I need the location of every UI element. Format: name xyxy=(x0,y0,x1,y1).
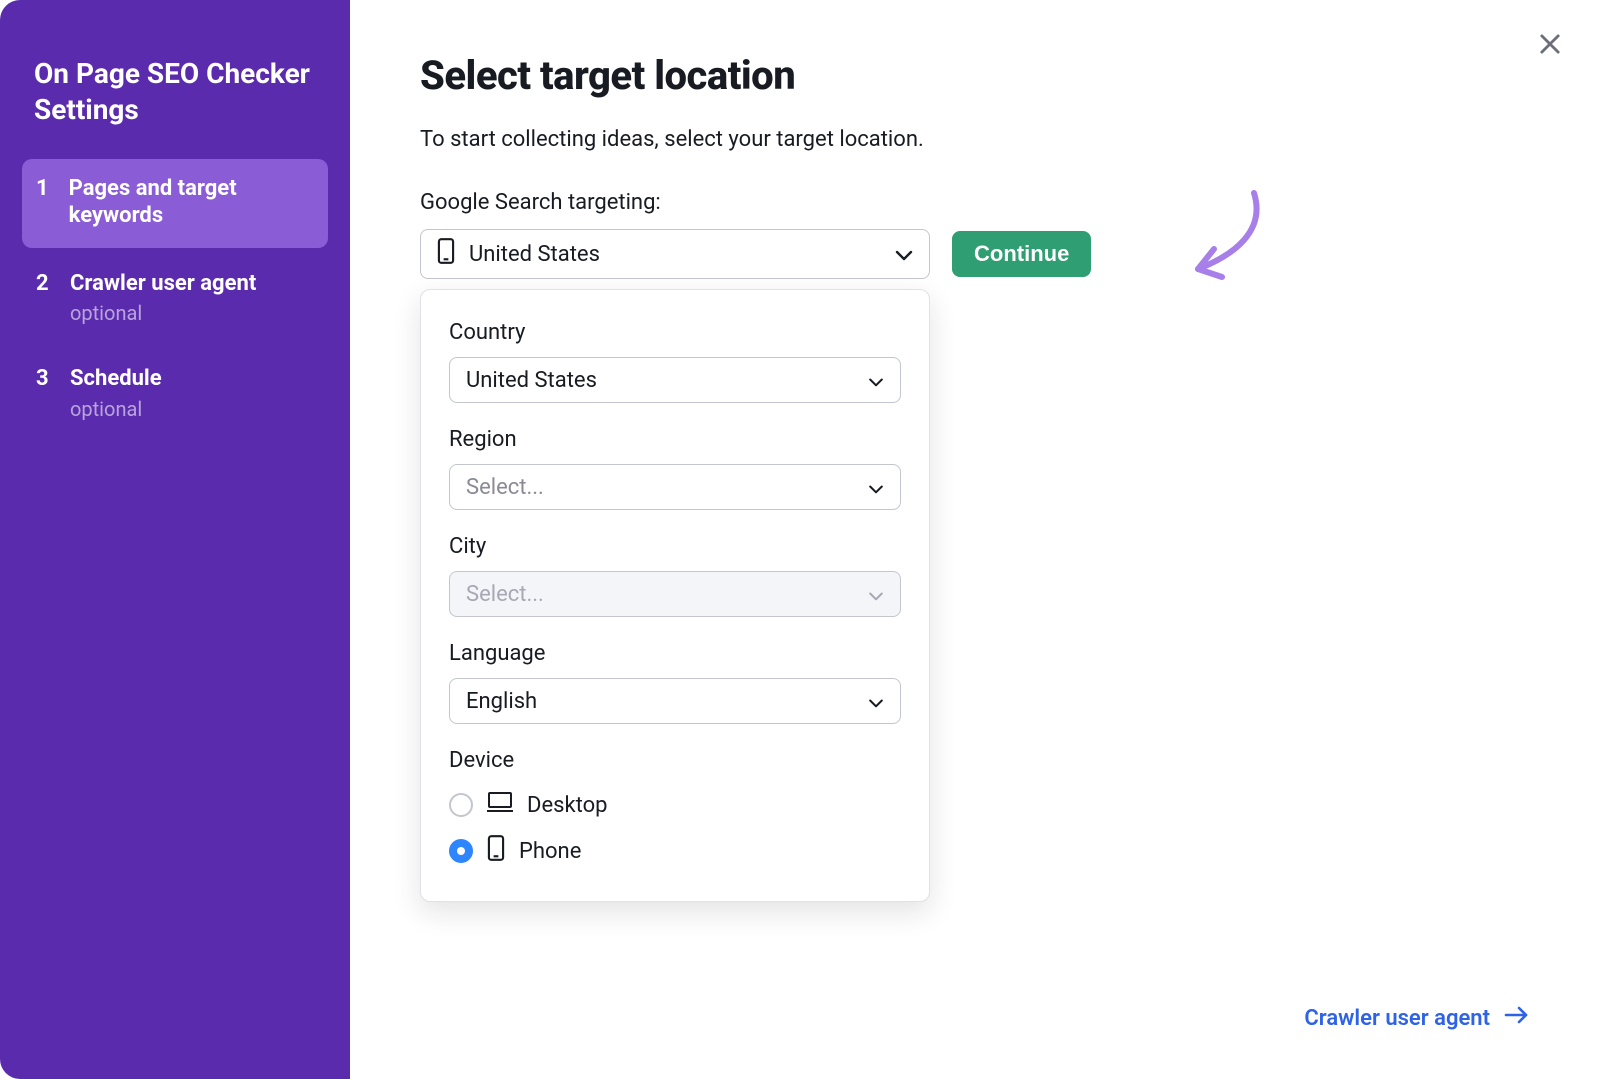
next-step-label: Crawler user agent xyxy=(1304,1006,1490,1031)
chevron-down-icon xyxy=(868,475,884,500)
sidebar-step-pages-keywords[interactable]: 1 Pages and target keywords xyxy=(22,159,328,248)
region-label: Region xyxy=(449,427,901,452)
step-label: Schedule xyxy=(70,365,162,393)
country-group: Country United States xyxy=(449,320,901,403)
country-select[interactable]: United States xyxy=(449,357,901,403)
step-labels: Crawler user agent optional xyxy=(70,270,256,326)
target-location-popover: Country United States Region Select... xyxy=(420,289,930,902)
device-group: Device Desktop xyxy=(449,748,901,867)
targeting-row: United States Continue Country Unit xyxy=(420,229,1530,279)
desktop-icon xyxy=(487,791,513,819)
sidebar-title: On Page SEO Checker Settings xyxy=(22,56,328,159)
step-label: Crawler user agent xyxy=(70,270,256,298)
country-value: United States xyxy=(466,368,597,393)
chevron-down-icon xyxy=(868,582,884,607)
sidebar-step-schedule[interactable]: 3 Schedule optional xyxy=(22,349,328,439)
device-phone-label: Phone xyxy=(519,839,581,864)
close-icon xyxy=(1536,30,1564,58)
city-group: City Select... xyxy=(449,534,901,617)
radio-checked-icon xyxy=(449,839,473,863)
step-labels: Pages and target keywords xyxy=(69,175,314,230)
chevron-down-icon xyxy=(895,242,913,267)
city-select: Select... xyxy=(449,571,901,617)
targeting-label: Google Search targeting: xyxy=(420,190,1530,215)
region-group: Region Select... xyxy=(449,427,901,510)
city-label: City xyxy=(449,534,901,559)
step-number: 3 xyxy=(36,365,52,393)
language-select[interactable]: English xyxy=(449,678,901,724)
step-hint: optional xyxy=(70,397,162,421)
arrow-right-icon xyxy=(1504,1005,1530,1031)
step-number: 1 xyxy=(36,175,51,203)
language-group: Language English xyxy=(449,641,901,724)
language-label: Language xyxy=(449,641,901,666)
phone-icon xyxy=(437,238,455,270)
region-select[interactable]: Select... xyxy=(449,464,901,510)
phone-icon xyxy=(487,835,505,867)
continue-button[interactable]: Continue xyxy=(952,231,1091,277)
intro-text: To start collecting ideas, select your t… xyxy=(420,127,1530,152)
chevron-down-icon xyxy=(868,368,884,393)
language-value: English xyxy=(466,689,537,714)
device-phone-radio[interactable]: Phone xyxy=(449,835,901,867)
next-step-link[interactable]: Crawler user agent xyxy=(1304,1005,1530,1031)
close-button[interactable] xyxy=(1528,22,1572,66)
targeting-value: United States xyxy=(469,242,600,267)
step-labels: Schedule optional xyxy=(70,365,162,421)
dialog-frame: On Page SEO Checker Settings 1 Pages and… xyxy=(0,0,1600,1079)
page-title: Select target location xyxy=(420,52,1530,99)
radio-unchecked-icon xyxy=(449,793,473,817)
sidebar-step-crawler-agent[interactable]: 2 Crawler user agent optional xyxy=(22,254,328,344)
step-hint: optional xyxy=(70,301,256,325)
device-options: Desktop Phone xyxy=(449,785,901,867)
targeting-select[interactable]: United States xyxy=(420,229,930,279)
city-placeholder: Select... xyxy=(466,582,544,607)
chevron-down-icon xyxy=(868,689,884,714)
device-desktop-radio[interactable]: Desktop xyxy=(449,791,901,819)
step-number: 2 xyxy=(36,270,52,298)
step-label: Pages and target keywords xyxy=(69,175,314,230)
region-placeholder: Select... xyxy=(466,475,544,500)
country-label: Country xyxy=(449,320,901,345)
device-desktop-label: Desktop xyxy=(527,793,608,818)
main-panel: Select target location To start collecti… xyxy=(350,0,1600,1079)
device-label: Device xyxy=(449,748,901,773)
wizard-sidebar: On Page SEO Checker Settings 1 Pages and… xyxy=(0,0,350,1079)
